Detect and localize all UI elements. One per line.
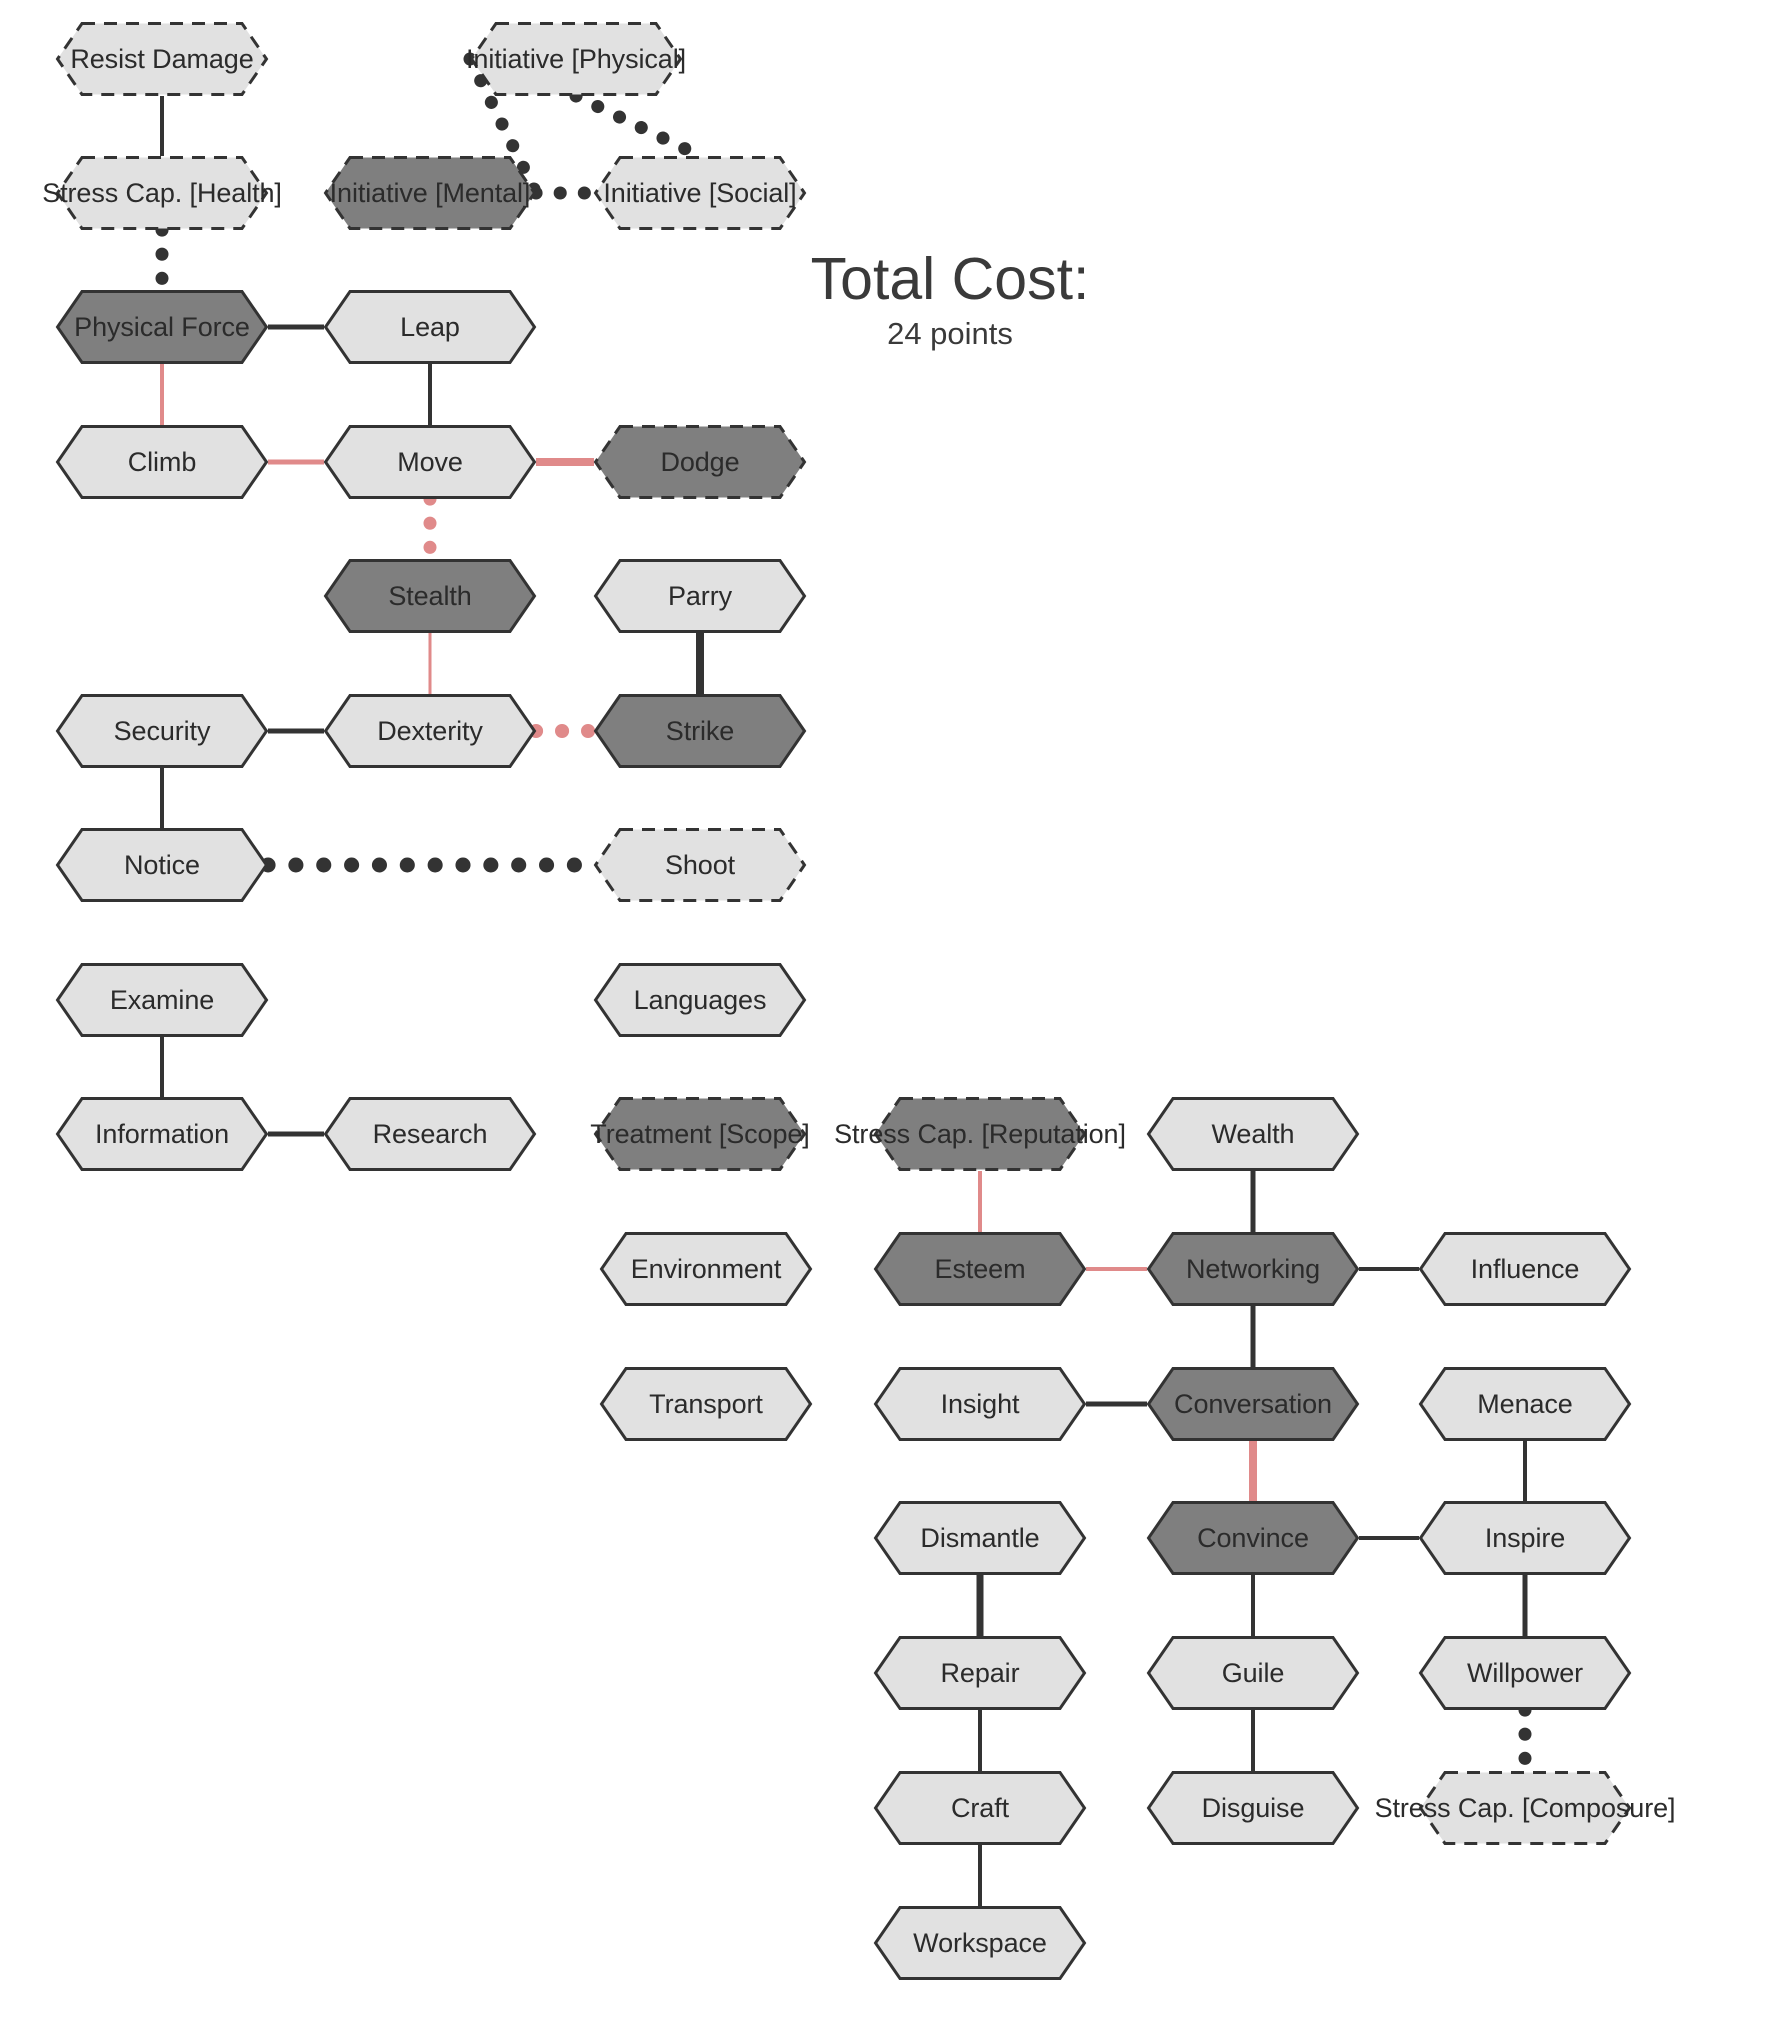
skill-node-init_physical[interactable]: Initiative [Physical] (466, 22, 686, 96)
skill-node-label: Notice (124, 849, 200, 880)
skill-node-influence[interactable]: Influence (1418, 1232, 1632, 1306)
skill-node-stealth[interactable]: Stealth (323, 559, 537, 633)
skill-node-security[interactable]: Security (55, 694, 269, 768)
skill-node-environment[interactable]: Environment (599, 1232, 813, 1306)
skill-node-label: Languages (633, 984, 767, 1015)
skill-node-move[interactable]: Move (323, 425, 537, 499)
skill-node-menace[interactable]: Menace (1418, 1367, 1632, 1441)
skill-node-label: Convince (1197, 1522, 1309, 1553)
skill-node-label: Dodge (660, 446, 740, 477)
skill-tree-canvas: Resist Damage Initiative [Physical] Stress… (0, 0, 1772, 2040)
skill-node-label: Leap (400, 311, 460, 342)
skill-node-stress_comp[interactable]: Stress Cap. [Composure] (1375, 1771, 1676, 1845)
skill-node-label: Stress Cap. [Composure] (1374, 1792, 1676, 1823)
skill-node-label: Move (397, 446, 463, 477)
skill-node-conversation[interactable]: Conversation (1146, 1367, 1360, 1441)
skill-node-esteem[interactable]: Esteem (873, 1232, 1087, 1306)
skill-node-strike[interactable]: Strike (593, 694, 807, 768)
skill-node-label: Initiative [Mental] (329, 177, 531, 208)
skill-node-label: Climb (127, 446, 197, 477)
skill-node-init_social[interactable]: Initiative [Social] (593, 156, 807, 230)
skill-node-inspire[interactable]: Inspire (1418, 1501, 1632, 1575)
skill-node-label: Initiative [Social] (603, 177, 797, 208)
skill-node-label: Esteem (934, 1253, 1026, 1284)
skill-node-leap[interactable]: Leap (323, 290, 537, 364)
skill-node-label: Initiative [Physical] (466, 43, 686, 74)
skill-node-dodge[interactable]: Dodge (593, 425, 807, 499)
skill-node-dexterity[interactable]: Dexterity (323, 694, 537, 768)
skill-node-label: Dexterity (377, 715, 483, 746)
skill-node-label: Conversation (1174, 1388, 1332, 1419)
skill-node-label: Insight (940, 1388, 1020, 1419)
skill-node-label: Treatment [Scope] (590, 1118, 810, 1149)
skill-node-label: Resist Damage (70, 43, 254, 74)
skill-node-label: Stress Cap. [Reputation] (834, 1118, 1126, 1149)
skill-node-transport[interactable]: Transport (599, 1367, 813, 1441)
skill-node-wealth[interactable]: Wealth (1146, 1097, 1360, 1171)
skill-node-workspace[interactable]: Workspace (873, 1906, 1087, 1980)
skill-node-resist_damage[interactable]: Resist Damage (55, 22, 269, 96)
skill-node-languages[interactable]: Languages (593, 963, 807, 1037)
skill-node-information[interactable]: Information (55, 1097, 269, 1171)
skill-node-stress_rep[interactable]: Stress Cap. [Reputation] (834, 1097, 1126, 1171)
skill-node-label: Repair (940, 1657, 1020, 1688)
skill-node-label: Information (95, 1118, 229, 1149)
skill-node-climb[interactable]: Climb (55, 425, 269, 499)
skill-node-label: Physical Force (74, 311, 250, 342)
skill-node-label: Willpower (1466, 1657, 1584, 1688)
skill-node-label: Networking (1185, 1253, 1321, 1284)
skill-node-label: Workspace (913, 1927, 1047, 1958)
skill-node-label: Strike (665, 715, 735, 746)
skill-node-label: Craft (950, 1792, 1009, 1823)
skill-node-parry[interactable]: Parry (593, 559, 807, 633)
skill-node-shoot[interactable]: Shoot (593, 828, 807, 902)
skill-node-init_mental[interactable]: Initiative [Mental] (323, 156, 537, 230)
skill-node-networking[interactable]: Networking (1146, 1232, 1360, 1306)
total-cost-title: Total Cost: (810, 246, 1090, 312)
skill-node-insight[interactable]: Insight (873, 1367, 1087, 1441)
skill-node-label: Guile (1221, 1657, 1285, 1688)
skill-node-treatment[interactable]: Treatment [Scope] (590, 1097, 810, 1171)
skill-node-disguise[interactable]: Disguise (1146, 1771, 1360, 1845)
skill-node-label: Examine (109, 984, 215, 1015)
skill-node-label: Stress Cap. [Health] (42, 177, 282, 208)
skill-node-label: Influence (1470, 1253, 1580, 1284)
skill-node-willpower[interactable]: Willpower (1418, 1636, 1632, 1710)
skill-node-guile[interactable]: Guile (1146, 1636, 1360, 1710)
skill-node-label: Environment (630, 1253, 782, 1284)
skill-node-label: Parry (667, 580, 732, 611)
total-cost-block: Total Cost: 24 points (750, 248, 1150, 351)
skill-node-examine[interactable]: Examine (55, 963, 269, 1037)
skill-node-convince[interactable]: Convince (1146, 1501, 1360, 1575)
skill-node-label: Menace (1477, 1388, 1573, 1419)
skill-node-notice[interactable]: Notice (55, 828, 269, 902)
skill-node-label: Shoot (664, 849, 736, 880)
skill-node-label: Security (113, 715, 211, 746)
total-cost-value: 24 points (887, 315, 1013, 351)
skill-node-craft[interactable]: Craft (873, 1771, 1087, 1845)
skill-node-stress_health[interactable]: Stress Cap. [Health] (42, 156, 282, 230)
skill-node-label: Wealth (1211, 1118, 1295, 1149)
skill-node-dismantle[interactable]: Dismantle (873, 1501, 1087, 1575)
skill-node-repair[interactable]: Repair (873, 1636, 1087, 1710)
skill-node-label: Dismantle (920, 1522, 1040, 1553)
skill-node-label: Research (372, 1118, 488, 1149)
skill-node-research[interactable]: Research (323, 1097, 537, 1171)
skill-node-label: Transport (649, 1388, 763, 1419)
skill-node-label: Inspire (1484, 1522, 1566, 1553)
skill-node-label: Stealth (388, 580, 472, 611)
skill-node-physical_force[interactable]: Physical Force (55, 290, 269, 364)
skill-node-label: Disguise (1201, 1792, 1305, 1823)
